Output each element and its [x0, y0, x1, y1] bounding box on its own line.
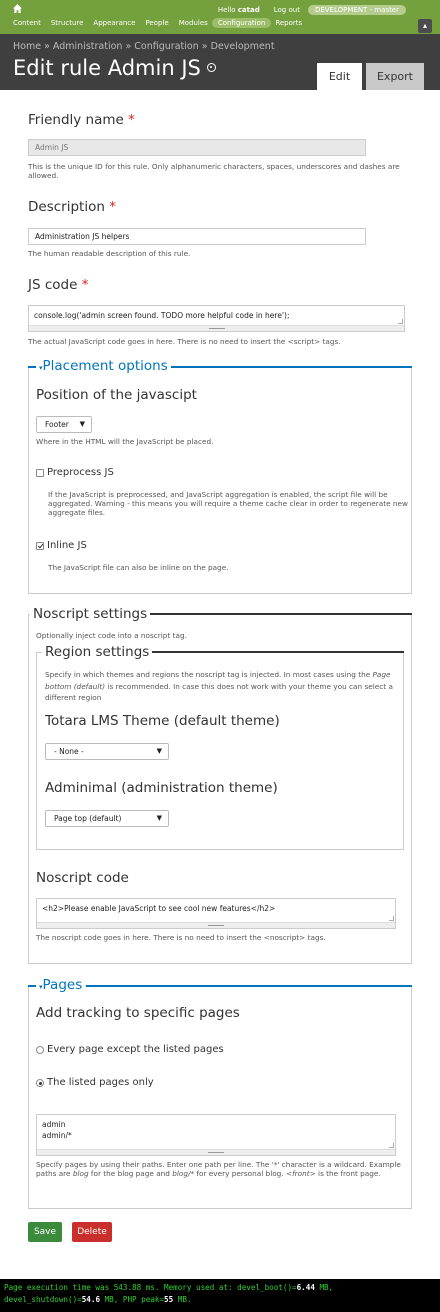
delete-button[interactable]: Delete: [72, 1222, 112, 1242]
description-input[interactable]: Administration JS helpers: [28, 228, 366, 245]
pages-description: Specify pages by using their paths. Ente…: [36, 1160, 401, 1178]
position-select[interactable]: Footer ▼: [36, 416, 92, 433]
js-code-label: JS code *: [28, 277, 89, 293]
menu-item-appearance[interactable]: Appearance: [93, 18, 135, 28]
placement-legend[interactable]: ▾Placement options: [36, 358, 171, 374]
region-description: Specify in which themes and regions the …: [45, 670, 393, 702]
pages-textarea[interactable]: admin admin/*: [36, 1114, 396, 1156]
breadcrumb-configuration[interactable]: Configuration: [134, 41, 198, 52]
noscript-legend: Noscript settings: [30, 606, 151, 622]
username[interactable]: catad: [238, 6, 260, 14]
resize-grip[interactable]: [37, 1149, 395, 1155]
resize-grip[interactable]: [37, 922, 395, 928]
js-code-textarea[interactable]: console.log('admin screen found. TODO mo…: [28, 305, 405, 332]
description-label: Description *: [28, 199, 116, 215]
user-area: Hello catad Log out DEVELOPMENT - master: [218, 5, 406, 15]
save-button[interactable]: Save: [28, 1222, 62, 1242]
menu-item-content[interactable]: Content: [13, 18, 41, 28]
theme1-heading: Totara LMS Theme (default theme): [45, 713, 280, 729]
radio-listed-pages-only-label[interactable]: The listed pages only: [47, 1077, 154, 1088]
resize-grip[interactable]: [29, 325, 404, 331]
friendly-name-input: Admin JS: [28, 139, 366, 156]
region-legend: Region settings: [42, 644, 153, 660]
theme1-region-select[interactable]: - None - ▼: [45, 743, 169, 760]
shortcut-star-icon[interactable]: [206, 62, 216, 72]
environment-badge: DEVELOPMENT - master: [307, 5, 406, 15]
chevron-down-icon: ▼: [79, 420, 85, 428]
pages-legend[interactable]: ▾Pages: [36, 977, 86, 993]
home-icon[interactable]: [13, 4, 22, 15]
theme2-region-select[interactable]: Page top (default) ▼: [45, 810, 169, 827]
admin-menu: Content Structure Appearance People Modu…: [13, 18, 312, 28]
devel-footer: Page execution time was 543.88 ms. Memor…: [0, 1279, 440, 1312]
menu-item-modules[interactable]: Modules: [179, 18, 208, 28]
noscript-code-heading: Noscript code: [36, 870, 129, 886]
page-title: Edit rule Admin JS: [13, 56, 216, 80]
toolbar-toggle-icon[interactable]: ▴: [418, 19, 432, 33]
chevron-down-icon: ▼: [156, 747, 162, 755]
tab-edit[interactable]: Edit: [317, 63, 362, 90]
logout-link[interactable]: Log out: [274, 6, 300, 14]
position-description: Where in the HTML will the JavaScript be…: [36, 437, 214, 446]
js-code-description: The actual JavaScript code goes in here.…: [28, 337, 341, 346]
radio-every-page-except[interactable]: [36, 1046, 44, 1054]
tab-export[interactable]: Export: [366, 63, 424, 90]
position-heading: Position of the javascipt: [36, 387, 197, 403]
inline-description: The JavaScript file can also be inline o…: [48, 563, 229, 572]
radio-listed-pages-only[interactable]: [36, 1079, 44, 1087]
breadcrumb-administration[interactable]: Administration: [53, 41, 123, 52]
friendly-name-label: Friendly name *: [28, 112, 135, 128]
menu-item-people[interactable]: People: [145, 18, 168, 28]
preprocess-label[interactable]: Preprocess JS: [47, 467, 114, 478]
preprocess-description: If the JavaScript is preprocessed, and J…: [48, 490, 408, 517]
preprocess-checkbox[interactable]: [36, 469, 44, 477]
inline-checkbox[interactable]: [36, 542, 44, 550]
friendly-name-description: This is the unique ID for this rule. Onl…: [28, 162, 400, 180]
devel-line-2: devel_shutdown()=54.6 MB, PHP peak=55 MB…: [4, 1295, 192, 1304]
noscript-code-description: The noscript code goes in here. There is…: [36, 933, 326, 942]
hello-text: Hello catad: [217, 6, 260, 14]
radio-every-page-except-label[interactable]: Every page except the listed pages: [47, 1044, 224, 1055]
menu-item-structure[interactable]: Structure: [51, 18, 84, 28]
breadcrumb-home[interactable]: Home: [13, 41, 41, 52]
devel-line-1: Page execution time was 543.88 ms. Memor…: [4, 1283, 334, 1292]
theme2-heading: Adminimal (administration theme): [45, 780, 278, 796]
admin-toolbar: Hello catad Log out DEVELOPMENT - master…: [0, 0, 440, 34]
noscript-code-textarea[interactable]: <h2>Please enable JavaScript to see cool…: [36, 898, 396, 929]
noscript-intro: Optionally inject code into a noscript t…: [36, 631, 187, 640]
chevron-down-icon: ▼: [156, 814, 162, 822]
menu-item-configuration[interactable]: Configuration: [211, 18, 272, 28]
menu-item-reports[interactable]: Reports: [275, 18, 302, 28]
breadcrumb-development[interactable]: Development: [211, 41, 275, 52]
inline-label[interactable]: Inline JS: [47, 540, 87, 551]
description-description: The human readable description of this r…: [28, 249, 191, 258]
breadcrumb: Home » Administration » Configuration » …: [13, 41, 275, 52]
pages-heading: Add tracking to specific pages: [36, 1005, 240, 1021]
